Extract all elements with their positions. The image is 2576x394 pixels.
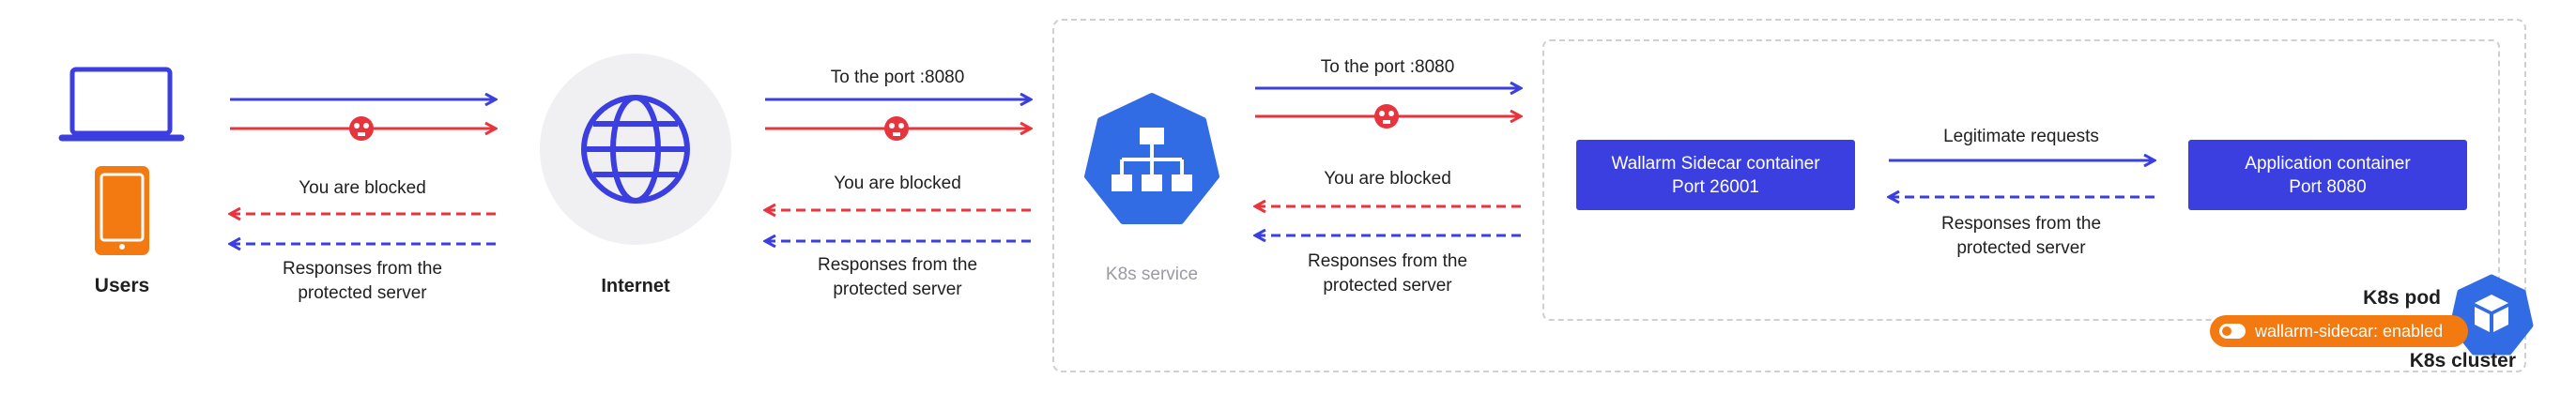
response-label-4-line2: protected server	[1956, 238, 2086, 258]
response-label-1-line2: protected server	[298, 283, 427, 303]
malicious-skull-icon	[349, 116, 374, 141]
response-label-2: Responses from the protected server	[785, 253, 1010, 302]
internet-label: Internet	[601, 276, 670, 296]
blocked-label-1: You are blocked	[299, 178, 426, 198]
malicious-skull-icon	[1374, 104, 1399, 129]
sidecar-title: Wallarm Sidecar container	[1611, 153, 1820, 174]
mobile-phone-icon	[95, 166, 149, 255]
legitimate-requests-label: Legitimate requests	[1943, 127, 2099, 146]
response-label-3-line1: Responses from the	[1307, 251, 1468, 271]
response-label-4: Responses from the protected server	[1909, 212, 2134, 261]
k8s-service-icon	[1084, 93, 1219, 224]
application-container: Application container Port 8080	[2188, 140, 2467, 210]
response-label-1: Responses from the protected server	[250, 257, 475, 306]
wallarm-sidecar-container: Wallarm Sidecar container Port 26001	[1576, 140, 1855, 210]
response-label-4-line1: Responses from the	[1940, 214, 2102, 234]
blocked-label-2: You are blocked	[834, 174, 961, 193]
k8s-cluster-label: K8s cluster	[2409, 350, 2516, 371]
app-port: Port 8080	[2289, 176, 2367, 197]
laptop-icon	[58, 67, 185, 142]
response-label-3-line2: protected server	[1323, 276, 1452, 296]
sidecar-enabled-badge: wallarm-sidecar: enabled	[2210, 315, 2468, 347]
globe-icon	[540, 53, 731, 245]
response-label-2-line1: Responses from the	[817, 255, 978, 275]
k8s-service-label: K8s service	[1105, 265, 1199, 284]
k8s-pod-label: K8s pod	[2363, 287, 2441, 309]
malicious-skull-icon	[884, 116, 909, 141]
response-label-3: Responses from the protected server	[1275, 250, 1500, 298]
users-label: Users	[94, 275, 150, 296]
toggle-icon	[2219, 324, 2246, 339]
response-label-2-line2: protected server	[833, 280, 962, 299]
sidecar-port: Port 26001	[1672, 176, 1759, 197]
to-port-label-1: To the port :8080	[830, 68, 965, 87]
badge-text: wallarm-sidecar: enabled	[2255, 321, 2444, 341]
app-title: Application container	[2245, 153, 2411, 174]
blocked-label-3: You are blocked	[1324, 169, 1451, 189]
response-label-1-line1: Responses from the	[282, 259, 443, 279]
to-port-label-2: To the port :8080	[1320, 57, 1455, 77]
